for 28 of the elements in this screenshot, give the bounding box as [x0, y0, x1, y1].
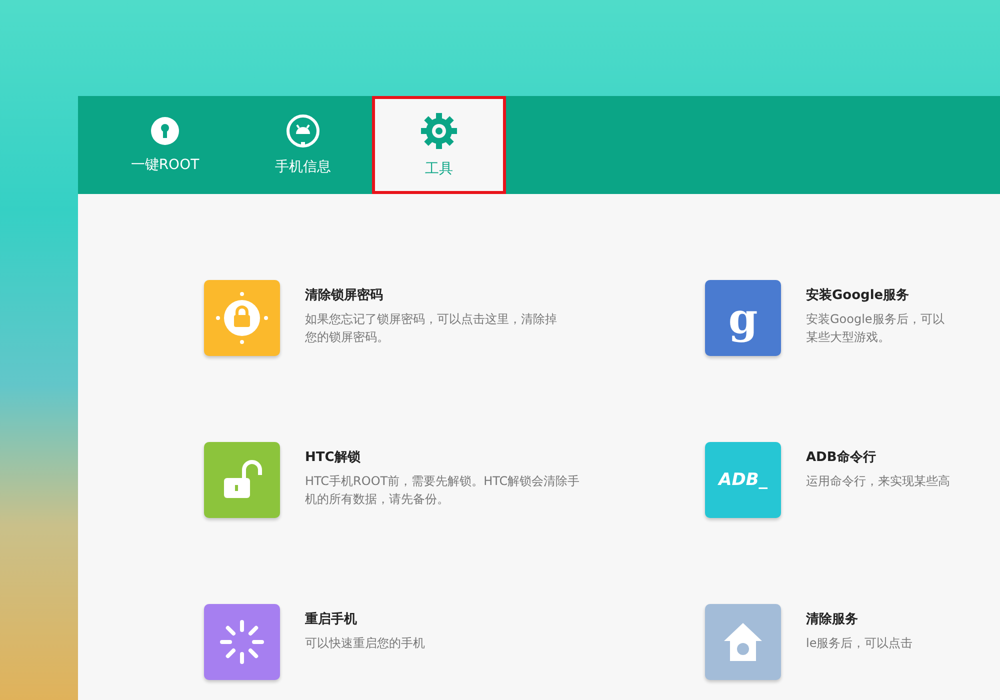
tool-description: 运用命令行，来实现某些高 [806, 473, 950, 490]
tool-title: 重启手机 [305, 610, 358, 628]
tool-title: 清除服务 [806, 611, 859, 628]
tool-description: 可以快速重启您的手机 [305, 635, 425, 652]
tool-description: 如果您忘记了锁屏密码，可以点击这里，清除掉 您的锁屏密码。 [305, 311, 557, 346]
icon-label: ADB_ [718, 470, 768, 490]
tool-tile[interactable] [204, 442, 280, 518]
tool-tile[interactable] [705, 604, 781, 680]
tool-tile[interactable]: g [705, 280, 781, 356]
keyhole-icon [150, 116, 180, 146]
tool-description: le服务后，可以点击 [806, 635, 913, 652]
tool-tile[interactable]: ADB_ [705, 442, 781, 518]
spinner-icon [218, 618, 266, 666]
lock-icon [214, 290, 270, 346]
tool-title: HTC解锁 [305, 449, 362, 466]
nav-tab[interactable]: 手机信息 [234, 96, 372, 194]
tool-tile[interactable] [204, 280, 280, 356]
tool-title: 清除锁屏密码 [305, 286, 384, 304]
nav-tab[interactable]: 工具 [372, 96, 506, 194]
gear-icon [420, 112, 458, 150]
tool-title: 安装Google服务 [806, 286, 910, 304]
tool-description: 安装Google服务后，可以 某些大型游戏。 [806, 311, 944, 346]
icon-label: g [728, 294, 758, 342]
tool-tile[interactable] [204, 604, 280, 680]
android-icon [286, 114, 320, 148]
tool-title: ADB命令行 [806, 449, 877, 466]
tool-description: HTC手机ROOT前，需要先解锁。HTC解锁会清除手 机的所有数据，请先备份。 [305, 473, 580, 508]
nav-tab[interactable]: 一键ROOT [96, 96, 234, 194]
